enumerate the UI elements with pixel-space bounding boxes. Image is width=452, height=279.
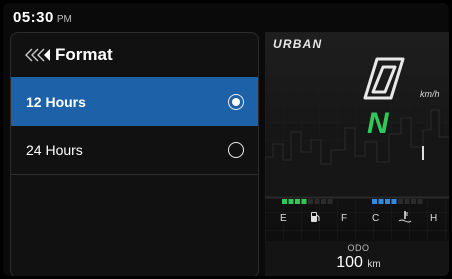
odometer-reading: 100 km	[265, 254, 449, 272]
format-settings-panel: Format 12 Hours 24 Hours	[10, 32, 259, 276]
fuel-full-label: F	[341, 213, 348, 224]
gauge-segment	[385, 199, 390, 204]
gauge-segment	[391, 199, 397, 204]
ride-mode: URBAN	[273, 37, 323, 51]
gauge-segment	[314, 199, 320, 204]
gauge-segment	[321, 199, 326, 204]
clock-meridiem: PM	[56, 14, 72, 25]
option-label: 12 Hours	[26, 93, 86, 110]
gauge-segment	[288, 199, 294, 204]
gauge-segment	[301, 199, 307, 204]
gauge-segment	[411, 199, 416, 204]
speed-unit: km/h	[420, 89, 440, 99]
panel-title: Format	[55, 45, 113, 64]
gauge-segment	[295, 199, 300, 204]
gauge-segment	[404, 199, 410, 204]
cluster-background	[265, 32, 449, 242]
temp-hot-label: H	[430, 213, 438, 224]
odometer: ODO 100 km	[265, 241, 449, 276]
gear-indicator: N	[367, 107, 389, 140]
gauge-segment	[398, 199, 403, 204]
fuel-pump-icon	[310, 211, 320, 226]
radio-unselected-icon[interactable]	[228, 142, 244, 158]
fuel-empty-label: E	[280, 213, 287, 224]
radio-selected-icon[interactable]	[228, 93, 244, 110]
back-arrow-icon[interactable]	[23, 46, 53, 64]
status-bar: 05:30 PM	[13, 9, 72, 29]
odometer-label: ODO	[347, 243, 370, 253]
gauge-segment	[417, 199, 423, 204]
gauge-segment	[372, 199, 377, 204]
instrument-cluster: URBAN km/h N E F C H ODO 100 km	[265, 32, 449, 276]
clock-time: 05:30	[13, 9, 54, 26]
gauge-segment	[308, 199, 313, 204]
option-12-hours[interactable]: 12 Hours	[11, 77, 258, 126]
display-screen: 05:30 PM Format 12 Hours 24 Hours URBAN …	[3, 3, 449, 276]
gauge-segment	[327, 199, 333, 204]
odometer-unit: km	[367, 259, 381, 270]
option-label: 24 Hours	[26, 142, 83, 158]
option-24-hours[interactable]: 24 Hours	[11, 126, 258, 175]
odometer-value: 100	[336, 254, 363, 271]
coolant-temp-icon	[398, 210, 412, 226]
panel-header: Format	[11, 33, 258, 77]
temp-cold-label: C	[372, 213, 380, 224]
gauge-segment	[378, 199, 384, 204]
gauge-segment	[282, 199, 287, 204]
